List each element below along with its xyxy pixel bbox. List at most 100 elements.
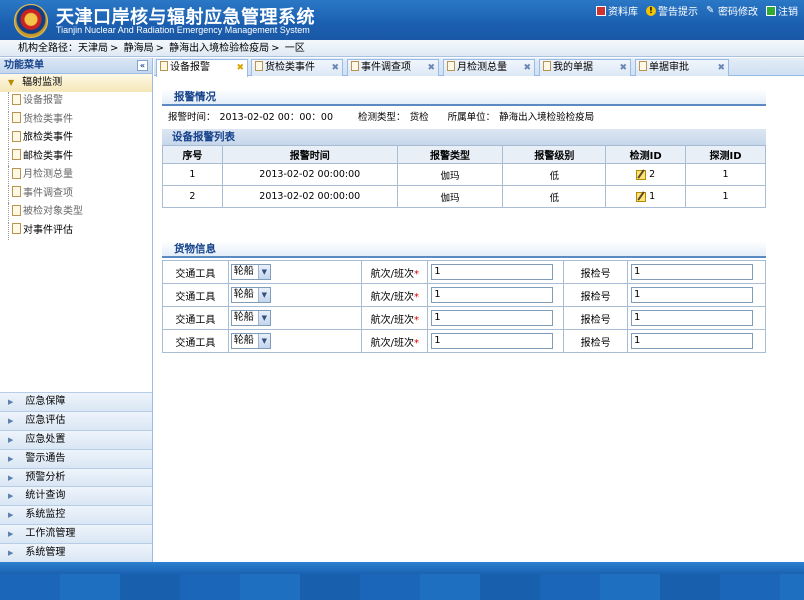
document-icon	[12, 112, 21, 123]
breadcrumb: 机构全路径：天津局 > 静海局 > 静海出入境检验检疫局 > 一区	[0, 40, 804, 57]
edit-icon[interactable]	[636, 191, 647, 202]
close-icon[interactable]: ✖	[427, 60, 435, 76]
sidebar-item-device-alarm[interactable]: 设备报警	[0, 92, 152, 111]
document-icon	[12, 130, 21, 142]
sidebar-section-radiation[interactable]: ▼ 辐射监测	[0, 74, 152, 92]
sidebar-item-passenger-event[interactable]: 旅检类事件	[0, 129, 152, 148]
menu-system-monitor[interactable]: ▶ 系统监控	[0, 505, 152, 525]
tab-investigation[interactable]: 事件调查项 ✖	[347, 59, 439, 76]
sidebar-item-mail-event[interactable]: 邮检类事件	[0, 147, 152, 167]
menu-system-admin[interactable]: ▶ 系统管理	[0, 543, 152, 562]
breadcrumb-sep: >	[271, 43, 280, 54]
transport-label: 交通工具	[162, 306, 229, 330]
cargo-row: 交通工具 轮船 ▼ 航次/班次* 1 报检号 1	[162, 306, 766, 330]
close-icon[interactable]: ✖	[619, 60, 627, 76]
sidebar-item-event-assessment[interactable]: 对事件评估	[0, 221, 152, 241]
menu-emergency-handling[interactable]: ▶ 应急处置	[0, 429, 152, 449]
breadcrumb-item[interactable]: 静海出入境检验检疫局	[169, 43, 269, 54]
close-icon[interactable]: ✖	[331, 60, 339, 76]
cell-time: 2013-02-02 00:00:00	[221, 185, 398, 208]
transport-select[interactable]: 轮船 ▼	[230, 287, 271, 303]
exit-icon	[766, 5, 776, 16]
column-header: 报警类型	[396, 145, 504, 164]
inspection-input[interactable]: 1	[631, 310, 753, 326]
transport-select[interactable]: 轮船 ▼	[230, 264, 271, 280]
warning-icon: !	[646, 5, 656, 16]
flight-input[interactable]: 1	[431, 287, 554, 303]
close-icon[interactable]: ✖	[236, 60, 244, 76]
column-header: 检测ID	[605, 145, 687, 164]
close-icon[interactable]: ✖	[523, 60, 531, 76]
flight-label: 航次/班次*	[361, 329, 429, 353]
breadcrumb-sep: >	[110, 43, 119, 54]
app-header: 天津口岸核与辐射应急管理系统 Tianjin Nuclear And Radia…	[0, 0, 804, 40]
flight-input[interactable]: 1	[431, 310, 554, 326]
logout-link[interactable]: 注销	[766, 3, 798, 18]
transport-select[interactable]: 轮船 ▼	[230, 310, 271, 326]
breadcrumb-item[interactable]: 一区	[285, 43, 305, 54]
menu-warning-notice[interactable]: ▶ 警示通告	[0, 448, 152, 468]
transport-label: 交通工具	[162, 260, 229, 284]
table-row[interactable]: 2 2013-02-02 00:00:00 伽玛 低 1 1	[162, 185, 766, 208]
menu-workflow[interactable]: ▶ 工作流管理	[0, 524, 152, 544]
menu-early-warning[interactable]: ▶ 预警分析	[0, 467, 152, 487]
flight-input[interactable]: 1	[431, 264, 554, 280]
sidebar-item-investigation[interactable]: 事件调查项	[0, 184, 152, 204]
flight-input[interactable]: 1	[431, 333, 554, 349]
flight-label: 航次/班次*	[361, 306, 429, 330]
sidebar-item-monthly-total[interactable]: 月检测总量	[0, 166, 152, 185]
transport-select[interactable]: 轮船 ▼	[230, 333, 271, 349]
chevron-down-icon: ▼	[257, 334, 270, 348]
cargo-section-title: 货物信息	[162, 242, 766, 258]
accordion-menu: ▶ 应急保障 ▶ 应急评估 ▶ 应急处置 ▶ 警示通告 ▶ 预警分析 ▶ 统计查询 ▶ 系统监…	[0, 391, 152, 562]
sidebar-item-object-type[interactable]: 被检对象类型	[0, 203, 152, 222]
tab-document-approval[interactable]: 单据审批 ✖	[635, 59, 729, 76]
breadcrumb-item[interactable]: 静海局	[124, 43, 154, 54]
triangle-right-icon: ▶	[8, 397, 14, 406]
inspection-label: 报检号	[563, 283, 628, 307]
detect-type-value: 货检	[409, 112, 429, 123]
library-link[interactable]: 资料库	[596, 3, 638, 18]
required-mark: *	[414, 268, 420, 280]
inspection-input[interactable]: 1	[631, 333, 753, 349]
cargo-row: 交通工具 轮船 ▼ 航次/班次* 1 报检号 1	[162, 283, 766, 307]
menu-emergency-assessment[interactable]: ▶ 应急评估	[0, 410, 152, 430]
tab-my-documents[interactable]: 我的单据 ✖	[539, 59, 631, 76]
tab-cargo-event[interactable]: 货检类事件 ✖	[251, 59, 343, 76]
menu-statistics[interactable]: ▶ 统计查询	[0, 486, 152, 506]
triangle-right-icon: ▶	[8, 454, 14, 463]
cell-level: 低	[502, 185, 607, 208]
warning-link[interactable]: ! 警告提示	[646, 3, 698, 18]
column-header: 报警级别	[502, 145, 607, 164]
cell-detect-id: 1	[605, 185, 687, 208]
top-links: 资料库 ! 警告提示 ✎ 密码修改 注销	[596, 3, 798, 18]
alarm-time-label: 报警时间：	[168, 112, 216, 123]
sidebar-item-cargo-event[interactable]: 货检类事件	[0, 110, 152, 130]
triangle-right-icon: ▶	[8, 530, 14, 539]
alarm-list-title: 设备报警列表	[162, 129, 766, 145]
edit-icon[interactable]	[636, 169, 647, 180]
close-icon[interactable]: ✖	[717, 60, 725, 76]
document-icon	[12, 93, 21, 105]
inspection-input[interactable]: 1	[631, 264, 753, 280]
tab-monthly-total[interactable]: 月检测总量 ✖	[443, 59, 535, 76]
document-icon	[12, 223, 21, 234]
document-icon	[12, 167, 21, 179]
table-row[interactable]: 1 2013-02-02 00:00:00 伽玛 低 2 1	[162, 163, 766, 186]
inspection-input[interactable]: 1	[631, 287, 753, 303]
transport-label: 交通工具	[162, 329, 229, 353]
alarm-section-title: 报警情况	[162, 90, 766, 106]
menu-emergency-support[interactable]: ▶ 应急保障	[0, 391, 152, 411]
cell-type: 伽玛	[396, 163, 504, 186]
flight-label: 航次/班次*	[361, 283, 429, 307]
breadcrumb-prefix: 机构全路径：天津局	[18, 43, 108, 54]
collapse-icon[interactable]: «	[137, 60, 148, 71]
tab-bar: 设备报警 ✖ 货检类事件 ✖ 事件调查项 ✖ 月检测总量 ✖ 我的单据 ✖ 单据审批 ✖	[154, 58, 804, 77]
sidebar-title: 功能菜单 «	[0, 58, 152, 74]
triangle-right-icon: ▶	[8, 473, 14, 482]
column-header: 探测ID	[685, 145, 766, 164]
column-header: 序号	[162, 145, 223, 164]
change-password-link[interactable]: ✎ 密码修改	[706, 3, 758, 18]
cargo-row: 交通工具 轮船 ▼ 航次/班次* 1 报检号 1	[162, 329, 766, 353]
tab-device-alarm[interactable]: 设备报警 ✖	[156, 59, 248, 77]
